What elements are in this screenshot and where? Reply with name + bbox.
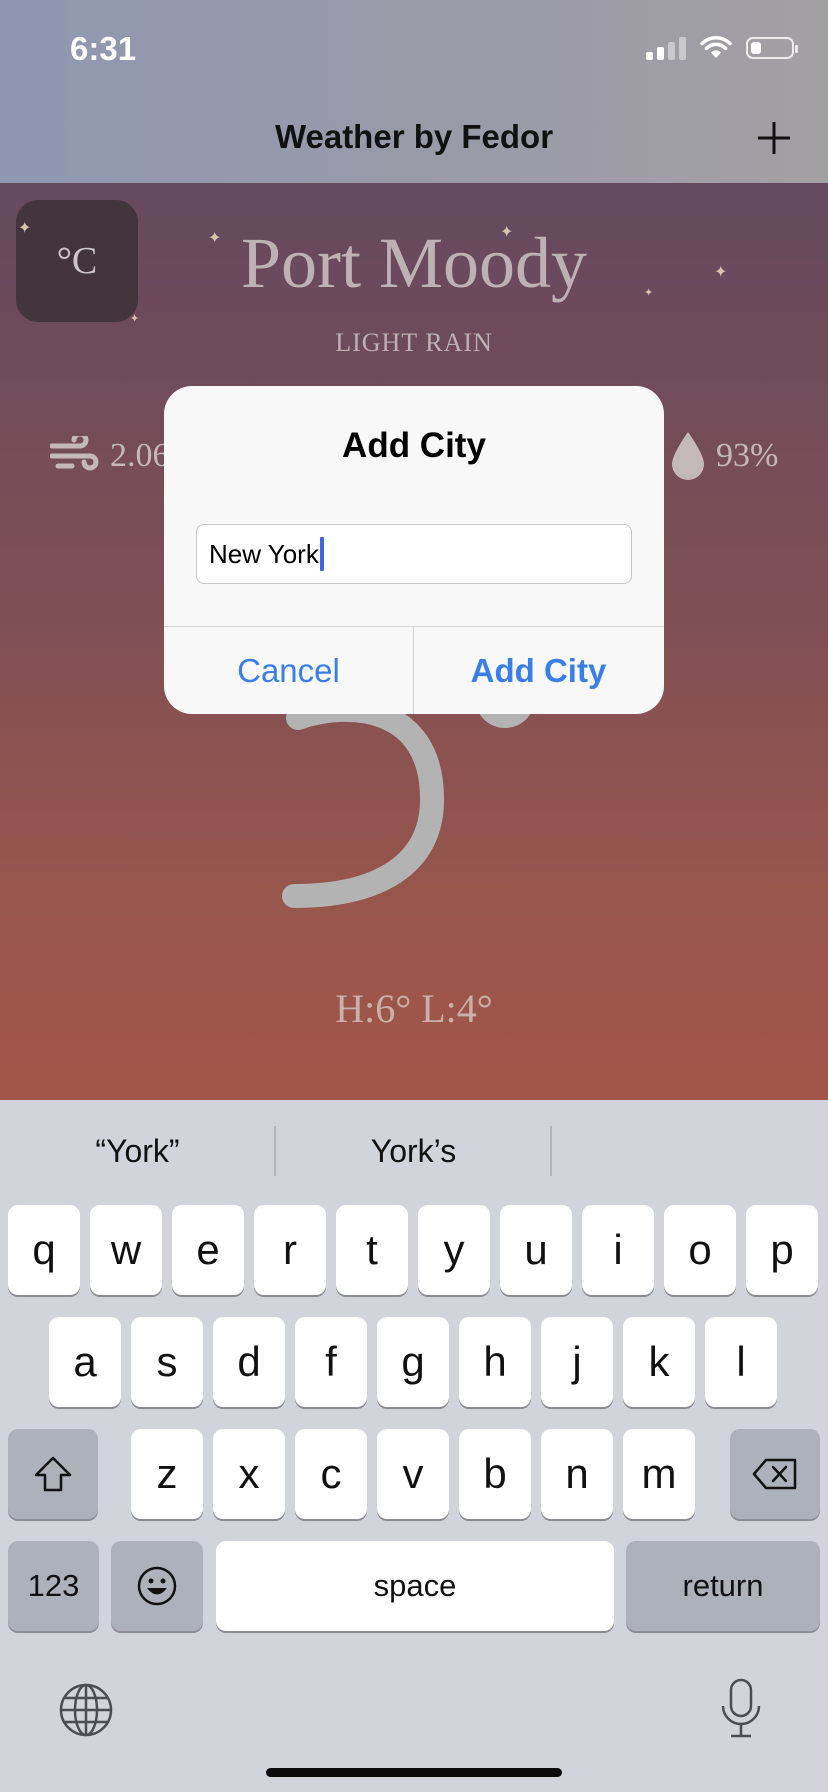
add-city-dialog: Add City New York Cancel Add City <box>164 386 664 714</box>
key-d[interactable]: d <box>213 1317 285 1407</box>
suggestion-3[interactable] <box>552 1100 827 1202</box>
key-u[interactable]: u <box>500 1205 572 1295</box>
key-w[interactable]: w <box>90 1205 162 1295</box>
key-h[interactable]: h <box>459 1317 531 1407</box>
shift-key[interactable] <box>8 1429 98 1519</box>
key-l[interactable]: l <box>705 1317 777 1407</box>
key-e[interactable]: e <box>172 1205 244 1295</box>
key-y[interactable]: y <box>418 1205 490 1295</box>
navigation-header: 6:31 Weather by Fedor <box>0 0 828 183</box>
weather-condition: LIGHT RAIN <box>335 328 493 357</box>
key-a[interactable]: a <box>49 1317 121 1407</box>
wifi-icon <box>700 36 732 58</box>
keyboard: “York” York’s q w e r t y u i o p a s d … <box>0 1100 828 1792</box>
sparkle-icon: ✦ <box>18 220 32 237</box>
key-z[interactable]: z <box>131 1429 203 1519</box>
key-b[interactable]: b <box>459 1429 531 1519</box>
numbers-key[interactable]: 123 <box>8 1541 99 1631</box>
key-n[interactable]: n <box>541 1429 613 1519</box>
emoji-key[interactable] <box>111 1541 203 1631</box>
sparkle-icon: ✦ <box>500 224 514 241</box>
wind-value: 2.06 <box>110 437 170 474</box>
humidity-info: 93% <box>670 430 778 482</box>
text-cursor <box>319 537 324 571</box>
key-c[interactable]: c <box>295 1429 367 1519</box>
space-key[interactable]: space <box>216 1541 614 1631</box>
droplet-icon <box>672 432 704 480</box>
humidity-value: 93% <box>716 437 779 474</box>
wind-info: 2.06 <box>50 436 170 476</box>
sparkle-icon: ✦ <box>208 230 222 247</box>
key-s[interactable]: s <box>131 1317 203 1407</box>
city-name: Port Moody <box>240 223 588 303</box>
key-v[interactable]: v <box>377 1429 449 1519</box>
return-key[interactable]: return <box>626 1541 820 1631</box>
key-o[interactable]: o <box>664 1205 736 1295</box>
home-indicator[interactable] <box>266 1768 562 1777</box>
city-input-text: New York <box>209 538 319 569</box>
nav-title: Weather by Fedor <box>274 118 554 155</box>
key-r[interactable]: r <box>254 1205 326 1295</box>
suggestion-2[interactable]: York’s <box>276 1100 551 1202</box>
key-p[interactable]: p <box>746 1205 818 1295</box>
battery-icon <box>746 37 798 59</box>
key-g[interactable]: g <box>377 1317 449 1407</box>
shift-icon <box>34 1456 72 1492</box>
key-i[interactable]: i <box>582 1205 654 1295</box>
city-name-input[interactable]: New York <box>196 524 632 584</box>
status-time: 6:31 <box>70 30 137 67</box>
cancel-button[interactable]: Cancel <box>164 627 413 714</box>
high-low-temperature: H:6° L:4° <box>335 986 493 1031</box>
sparkle-icon: ✦ <box>714 264 728 281</box>
key-k[interactable]: k <box>623 1317 695 1407</box>
key-f[interactable]: f <box>295 1317 367 1407</box>
key-x[interactable]: x <box>213 1429 285 1519</box>
dialog-title: Add City <box>342 426 486 465</box>
wind-icon <box>50 436 99 471</box>
add-city-button[interactable]: Add City <box>414 627 663 714</box>
microphone-icon[interactable] <box>718 1678 764 1740</box>
backspace-icon <box>752 1458 797 1490</box>
status-icons <box>646 36 798 60</box>
key-t[interactable]: t <box>336 1205 408 1295</box>
suggestion-1[interactable]: “York” <box>0 1100 275 1202</box>
cellular-signal-icon <box>646 36 686 60</box>
plus-icon[interactable] <box>754 118 794 158</box>
key-j[interactable]: j <box>541 1317 613 1407</box>
emoji-icon <box>137 1566 177 1606</box>
sparkle-icon: ✦ <box>644 287 654 299</box>
key-q[interactable]: q <box>8 1205 80 1295</box>
globe-icon[interactable] <box>58 1682 114 1738</box>
delete-key[interactable] <box>730 1429 820 1519</box>
sparkle-icon: ✦ <box>130 313 140 325</box>
key-m[interactable]: m <box>623 1429 695 1519</box>
